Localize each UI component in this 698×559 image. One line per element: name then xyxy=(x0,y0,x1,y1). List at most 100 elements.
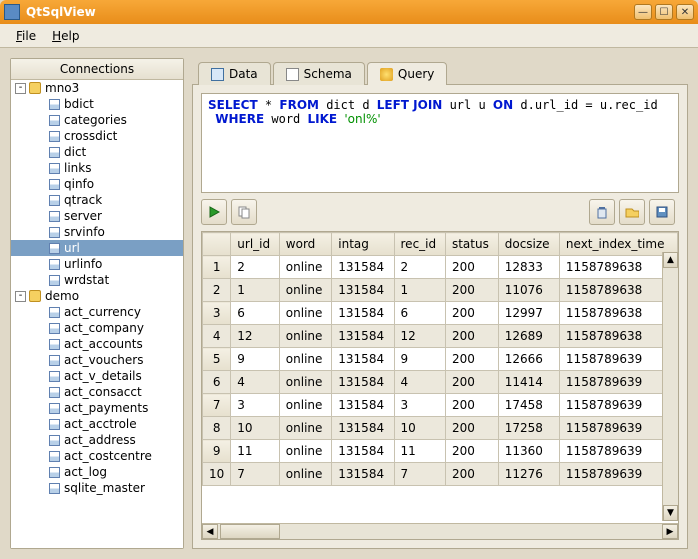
minimize-button[interactable]: — xyxy=(634,4,652,20)
delete-button[interactable] xyxy=(589,199,615,225)
tree-table-act_company[interactable]: act_company xyxy=(11,320,183,336)
cell[interactable]: 1158789639 xyxy=(559,440,677,463)
cell[interactable]: 3 xyxy=(394,394,445,417)
table-row[interactable]: 21online1315841200110761158789638 xyxy=(203,279,678,302)
scroll-right-arrow[interactable]: ▶ xyxy=(662,524,678,539)
cell[interactable]: 6 xyxy=(394,302,445,325)
cell[interactable]: 1158789639 xyxy=(559,394,677,417)
cell[interactable]: 10 xyxy=(394,417,445,440)
cell[interactable]: 2 xyxy=(394,256,445,279)
tree-table-act_consacct[interactable]: act_consacct xyxy=(11,384,183,400)
tree-table-srvinfo[interactable]: srvinfo xyxy=(11,224,183,240)
cell[interactable]: 11076 xyxy=(498,279,559,302)
cell[interactable]: 200 xyxy=(445,256,498,279)
scroll-left-arrow[interactable]: ◀ xyxy=(202,524,218,539)
table-row[interactable]: 911online13158411200113601158789639 xyxy=(203,440,678,463)
cell[interactable]: 7 xyxy=(231,463,280,486)
cell[interactable]: 1158789639 xyxy=(559,463,677,486)
cell[interactable]: online xyxy=(279,256,332,279)
table-row[interactable]: 64online1315844200114141158789639 xyxy=(203,371,678,394)
tab-query[interactable]: Query xyxy=(367,62,447,85)
cell[interactable]: 1158789639 xyxy=(559,348,677,371)
tree-table-crossdict[interactable]: crossdict xyxy=(11,128,183,144)
tab-schema[interactable]: Schema xyxy=(273,62,365,85)
cell[interactable]: 200 xyxy=(445,463,498,486)
col-url_id[interactable]: url_id xyxy=(231,233,280,256)
tree-table-act_currency[interactable]: act_currency xyxy=(11,304,183,320)
cell[interactable]: 12833 xyxy=(498,256,559,279)
cell[interactable]: 3 xyxy=(231,394,280,417)
copy-button[interactable] xyxy=(231,199,257,225)
table-row[interactable]: 73online1315843200174581158789639 xyxy=(203,394,678,417)
cell[interactable]: 9 xyxy=(394,348,445,371)
cell[interactable]: 11 xyxy=(394,440,445,463)
save-button[interactable] xyxy=(649,199,675,225)
tree-table-act_accounts[interactable]: act_accounts xyxy=(11,336,183,352)
collapse-icon[interactable]: - xyxy=(15,83,26,94)
row-header[interactable]: 7 xyxy=(203,394,231,417)
cell[interactable]: 9 xyxy=(231,348,280,371)
scroll-thumb[interactable] xyxy=(220,524,280,539)
cell[interactable]: online xyxy=(279,325,332,348)
cell[interactable]: online xyxy=(279,302,332,325)
cell[interactable]: 131584 xyxy=(332,256,394,279)
cell[interactable]: 200 xyxy=(445,440,498,463)
cell[interactable]: online xyxy=(279,417,332,440)
row-header[interactable]: 6 xyxy=(203,371,231,394)
tree-table-act_v_details[interactable]: act_v_details xyxy=(11,368,183,384)
scroll-up-arrow[interactable]: ▲ xyxy=(663,252,678,268)
cell[interactable]: 12 xyxy=(394,325,445,348)
col-status[interactable]: status xyxy=(445,233,498,256)
results-table[interactable]: url_idwordintagrec_idstatusdocsizenext_i… xyxy=(202,232,678,486)
table-row[interactable]: 59online1315849200126661158789639 xyxy=(203,348,678,371)
cell[interactable]: 12997 xyxy=(498,302,559,325)
cell[interactable]: 131584 xyxy=(332,394,394,417)
tree-table-server[interactable]: server xyxy=(11,208,183,224)
cell[interactable]: 200 xyxy=(445,279,498,302)
vertical-scrollbar[interactable]: ▲ ▼ xyxy=(662,252,678,521)
cell[interactable]: 4 xyxy=(231,371,280,394)
cell[interactable]: 1158789639 xyxy=(559,371,677,394)
cell[interactable]: online xyxy=(279,371,332,394)
cell[interactable]: 4 xyxy=(394,371,445,394)
row-header[interactable]: 9 xyxy=(203,440,231,463)
cell[interactable]: 200 xyxy=(445,417,498,440)
cell[interactable]: 11276 xyxy=(498,463,559,486)
cell[interactable]: 1158789638 xyxy=(559,279,677,302)
cell[interactable]: online xyxy=(279,348,332,371)
cell[interactable]: 131584 xyxy=(332,302,394,325)
tree-table-act_acctrole[interactable]: act_acctrole xyxy=(11,416,183,432)
tree-table-sqlite_master[interactable]: sqlite_master xyxy=(11,480,183,496)
tree-table-act_costcentre[interactable]: act_costcentre xyxy=(11,448,183,464)
table-row[interactable]: 107online1315847200112761158789639 xyxy=(203,463,678,486)
cell[interactable]: 1 xyxy=(394,279,445,302)
cell[interactable]: 2 xyxy=(231,256,280,279)
scroll-down-arrow[interactable]: ▼ xyxy=(663,505,678,521)
close-button[interactable]: ✕ xyxy=(676,4,694,20)
cell[interactable]: 200 xyxy=(445,348,498,371)
maximize-button[interactable]: ☐ xyxy=(655,4,673,20)
table-row[interactable]: 12online1315842200128331158789638 xyxy=(203,256,678,279)
cell[interactable]: 11360 xyxy=(498,440,559,463)
cell[interactable]: 131584 xyxy=(332,371,394,394)
col-word[interactable]: word xyxy=(279,233,332,256)
tree-table-links[interactable]: links xyxy=(11,160,183,176)
row-header[interactable]: 3 xyxy=(203,302,231,325)
menu-file[interactable]: File xyxy=(8,27,44,45)
menu-help[interactable]: Help xyxy=(44,27,87,45)
row-header[interactable]: 2 xyxy=(203,279,231,302)
cell[interactable]: 1158789638 xyxy=(559,302,677,325)
tree-table-dict[interactable]: dict xyxy=(11,144,183,160)
cell[interactable]: 12689 xyxy=(498,325,559,348)
horizontal-scrollbar[interactable]: ◀ ▶ xyxy=(202,523,678,539)
col-rec_id[interactable]: rec_id xyxy=(394,233,445,256)
cell[interactable]: 7 xyxy=(394,463,445,486)
row-header[interactable]: 5 xyxy=(203,348,231,371)
cell[interactable]: 131584 xyxy=(332,279,394,302)
open-button[interactable] xyxy=(619,199,645,225)
cell[interactable]: 17258 xyxy=(498,417,559,440)
cell[interactable]: 11 xyxy=(231,440,280,463)
cell[interactable]: online xyxy=(279,279,332,302)
row-header[interactable]: 10 xyxy=(203,463,231,486)
cell[interactable]: 12 xyxy=(231,325,280,348)
